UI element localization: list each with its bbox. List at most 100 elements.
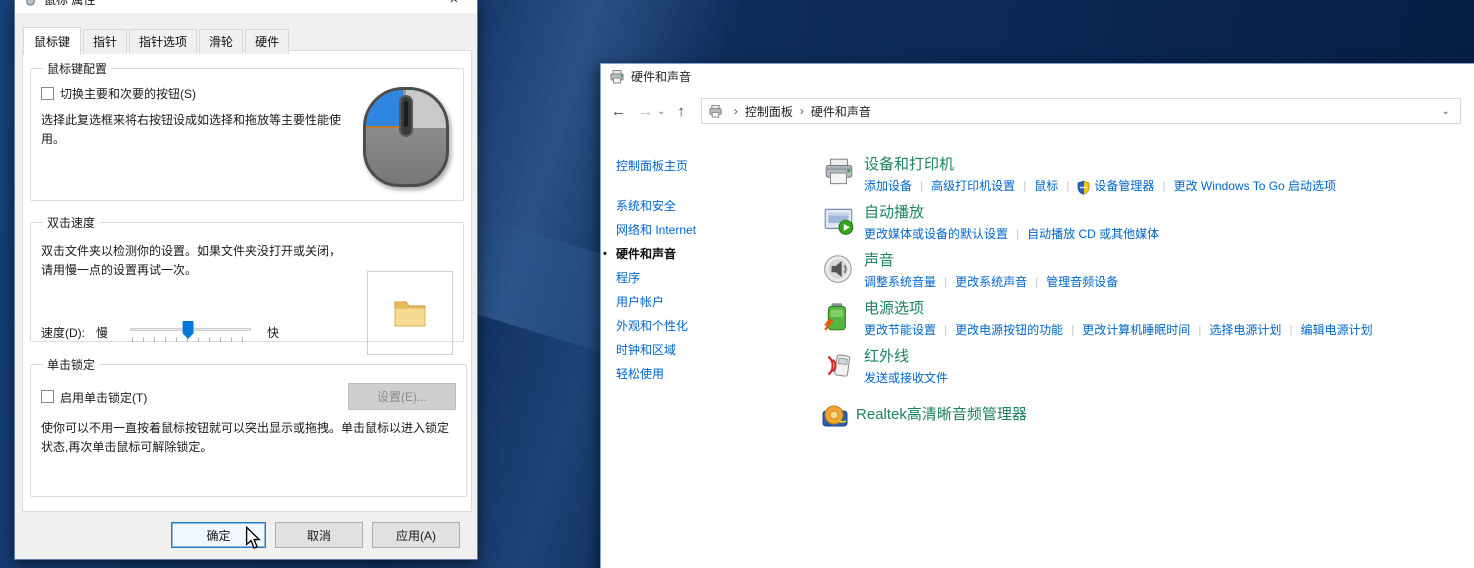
hardware-sound-icon [609,69,625,85]
printer-icon [822,156,856,190]
sidebar-item-label: 硬件和声音 [616,247,676,261]
category-title[interactable]: 自动播放 [864,203,1159,222]
link-device-manager[interactable]: 设备管理器 [1094,177,1154,194]
category-list: 设备和打印机 添加设备 | 高级打印机设置 | 鼠标 | 设备管理器 [813,155,1474,443]
window-title: 硬件和声音 [631,68,691,85]
link-power-button-function[interactable]: 更改电源按钮的功能 [955,321,1063,338]
breadcrumb-hardware-sound[interactable]: 硬件和声音 [811,103,871,120]
category-realtek-audio: Realtek高清晰音频管理器 [822,395,1474,434]
click-lock-settings-button[interactable]: 设置(E)... [348,383,456,410]
link-separator: | [1162,179,1165,193]
dialog-titlebar[interactable]: 鼠标 属性 ✕ [15,0,477,13]
mouse-buttons-tab-page: 鼠标键配置 切换主要和次要的按钮(S) 选择此复选框来将右按钮设成如选择和拖放等… [22,50,472,512]
link-mouse[interactable]: 鼠标 [1034,177,1058,194]
slider-ticks [132,337,249,342]
category-title[interactable]: 红外线 [864,347,948,366]
infrared-icon [822,348,856,382]
realtek-icon [822,403,848,429]
category-title[interactable]: 电源选项 [864,299,1373,318]
control-panel-window: 硬件和声音 ← → ⌄ ↑ › 控制面板 › 硬件和声音 ⌄ 控制面板主页 系统… [600,63,1474,568]
breadcrumb-control-panel[interactable]: 控制面板 [745,103,793,120]
category-title[interactable]: 设备和打印机 [864,155,1336,174]
cursor-icon [243,526,261,552]
dialog-title: 鼠标 属性 [44,0,95,8]
tab-mouse-buttons[interactable]: 鼠标键 [23,27,81,55]
link-change-power-saving[interactable]: 更改节能设置 [864,321,936,338]
link-separator: | [944,275,947,289]
sidebar-item-hardware-sound[interactable]: • 硬件和声音 [616,242,813,266]
category-title[interactable]: Realtek高清晰音频管理器 [856,402,1027,428]
link-separator: | [920,179,923,193]
tab-pointers[interactable]: 指针 [83,29,127,54]
up-icon[interactable]: ↑ [677,103,685,120]
apply-button[interactable]: 应用(A) [372,522,460,548]
category-links: 添加设备 | 高级打印机设置 | 鼠标 | 设备管理器 | 更改 [864,177,1336,194]
category-links: 发送或接收文件 [864,369,948,386]
breadcrumb-separator: › [734,104,738,118]
back-icon[interactable]: ← [611,103,626,120]
link-change-default-media[interactable]: 更改媒体或设备的默认设置 [864,225,1008,242]
click-lock-row: 启用单击锁定(T) 设置(E)... [41,383,456,410]
double-click-test-area[interactable] [367,271,453,355]
double-click-group: 双击速度 双击文件夹以检测你的设置。如果文件夹没打开或关闭，请用慢一点的设置再试… [30,214,464,342]
click-lock-group: 单击锁定 启用单击锁定(T) 设置(E)... 使你可以不用一直按着鼠标按钮就可… [30,356,467,497]
button-config-legend: 鼠标键配置 [43,60,111,77]
link-edit-power-plan[interactable]: 编辑电源计划 [1301,321,1373,338]
sidebar-item-clock-region[interactable]: 时钟和区域 [616,338,813,362]
click-lock-checkbox[interactable] [41,390,54,403]
fast-label: 快 [267,324,279,341]
category-title[interactable]: 声音 [864,251,1118,270]
navigation-bar: ← → ⌄ ↑ › 控制面板 › 硬件和声音 ⌄ [601,89,1474,133]
window-titlebar[interactable]: 硬件和声音 [601,64,1474,89]
recent-pages-chevron-icon[interactable]: ⌄ [657,106,665,117]
address-dropdown-chevron-icon[interactable]: ⌄ [1438,106,1454,117]
link-autoplay-cd[interactable]: 自动播放 CD 或其他媒体 [1027,225,1159,242]
category-power-options: 电源选项 更改节能设置 | 更改电源按钮的功能 | 更改计算机睡眠时间 | 选择… [822,299,1474,338]
address-bar[interactable]: › 控制面板 › 硬件和声音 ⌄ [701,98,1461,124]
link-choose-power-plan[interactable]: 选择电源计划 [1209,321,1281,338]
mouse-wheel [399,95,413,137]
sidebar-item-programs[interactable]: 程序 [616,266,813,290]
link-separator: | [1023,179,1026,193]
link-separator: | [1016,227,1019,241]
folder-icon [391,297,429,329]
link-manage-audio-devices[interactable]: 管理音频设备 [1046,273,1118,290]
link-sleep-time[interactable]: 更改计算机睡眠时间 [1082,321,1190,338]
sidebar-item-ease-of-access[interactable]: 轻松使用 [616,362,813,386]
hardware-sound-icon [708,104,723,119]
link-advanced-printer-setup[interactable]: 高级打印机设置 [931,177,1015,194]
link-add-device[interactable]: 添加设备 [864,177,912,194]
category-autoplay: 自动播放 更改媒体或设备的默认设置 | 自动播放 CD 或其他媒体 [822,203,1474,242]
close-icon[interactable]: ✕ [439,0,469,6]
tab-wheel[interactable]: 滑轮 [199,29,243,54]
autoplay-icon [822,204,856,238]
link-separator: | [1198,323,1201,337]
button-config-description: 选择此复选框来将右按钮设成如选择和拖放等主要性能使用。 [41,111,351,148]
sidebar-item-system-security[interactable]: 系统和安全 [616,194,813,218]
category-links: 调整系统音量 | 更改系统声音 | 管理音频设备 [864,273,1118,290]
link-windows-to-go[interactable]: 更改 Windows To Go 启动选项 [1174,177,1336,194]
link-adjust-volume[interactable]: 调整系统音量 [864,273,936,290]
tab-pointer-options[interactable]: 指针选项 [129,29,197,54]
link-change-system-sounds[interactable]: 更改系统声音 [955,273,1027,290]
sidebar-item-home[interactable]: 控制面板主页 [616,155,813,177]
switch-buttons-checkbox[interactable] [41,87,54,100]
category-sound: 声音 调整系统音量 | 更改系统声音 | 管理音频设备 [822,251,1474,290]
sidebar-item-appearance[interactable]: 外观和个性化 [616,314,813,338]
click-lock-description: 使你可以不用一直按着鼠标按钮就可以突出显示或拖拽。单击鼠标以进入锁定状态,再次单… [41,419,456,456]
link-send-receive-files[interactable]: 发送或接收文件 [864,369,948,386]
link-separator: | [1066,179,1069,193]
switch-buttons-label[interactable]: 切换主要和次要的按钮(S) [60,85,196,102]
forward-icon[interactable]: → [638,103,653,120]
sidebar-item-network-internet[interactable]: 网络和 Internet [616,218,813,242]
speed-label: 速度(D): [41,324,96,341]
click-lock-label[interactable]: 启用单击锁定(T) [60,389,147,406]
tab-hardware[interactable]: 硬件 [245,29,289,54]
cancel-button[interactable]: 取消 [275,522,363,548]
sidebar-item-user-accounts[interactable]: 用户帐户 [616,290,813,314]
link-separator: | [1035,275,1038,289]
double-click-speed-slider[interactable] [130,319,251,345]
sidebar: 控制面板主页 系统和安全 网络和 Internet • 硬件和声音 程序 用户帐… [601,155,813,443]
dialog-tabs: 鼠标键 指针 指针选项 滑轮 硬件 [23,27,291,54]
mouse-icon [23,0,38,7]
